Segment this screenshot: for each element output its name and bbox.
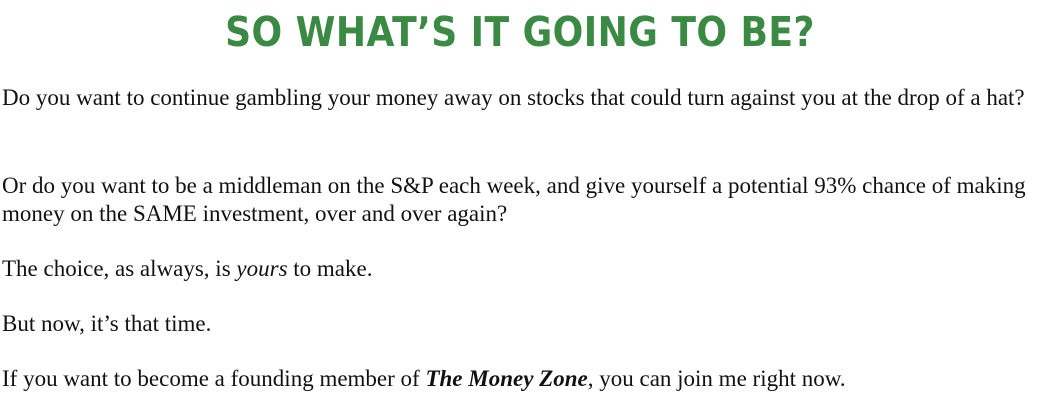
paragraph-gambling-question: Do you want to continue gambling your mo… bbox=[2, 85, 1025, 110]
paragraph-choice: The choice, as always, is yours to make. bbox=[2, 255, 1038, 283]
paragraph-join-tail: , you can join me right now. bbox=[587, 366, 846, 391]
document-page: SO WHAT’S IT GOING TO BE? Do you want to… bbox=[0, 0, 1040, 400]
paragraph-choice-lead: The choice, as always, is bbox=[2, 256, 237, 281]
paragraph-middleman-question: Or do you want to be a middleman on the … bbox=[2, 173, 1026, 226]
paragraph-join: If you want to become a founding member … bbox=[2, 365, 1038, 393]
paragraph-timing: But now, it’s that time. bbox=[2, 311, 212, 336]
paragraph-choice-tail: to make. bbox=[287, 256, 373, 281]
section-heading: SO WHAT’S IT GOING TO BE? bbox=[225, 8, 815, 56]
paragraph-join-lead: If you want to become a founding member … bbox=[2, 366, 426, 391]
publication-name: The Money Zone bbox=[425, 366, 588, 391]
paragraph-choice-emphasis: yours bbox=[236, 256, 288, 281]
